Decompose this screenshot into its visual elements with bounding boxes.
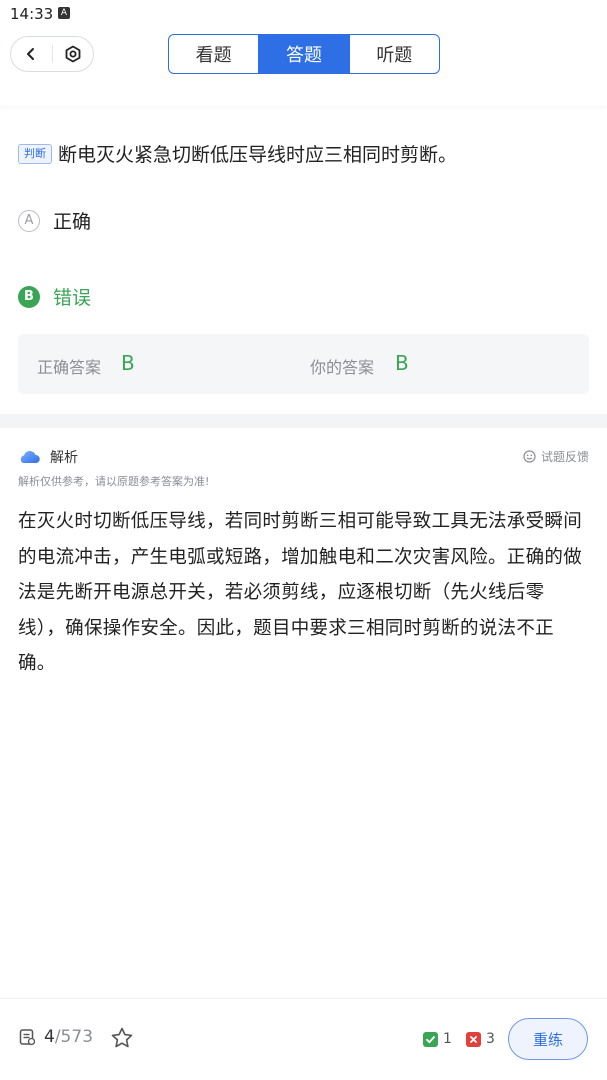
correct-count: 1	[423, 1031, 452, 1047]
back-button[interactable]	[11, 37, 52, 71]
redo-button[interactable]: 重练	[508, 1018, 588, 1060]
correct-answer-value: B	[121, 351, 135, 375]
section-divider	[0, 414, 607, 428]
progress-total: /573	[54, 1027, 94, 1047]
cloud-icon	[20, 450, 40, 463]
option-a-text: 正确	[53, 211, 92, 233]
question-type-badge: 判断	[18, 143, 52, 164]
answer-summary: 正确答案 B 你的答案 B	[18, 334, 589, 394]
option-a[interactable]: A 正确	[18, 207, 91, 234]
settings-button[interactable]	[52, 37, 93, 71]
progress-current: 4	[44, 1027, 55, 1047]
tab-view[interactable]: 看题	[169, 35, 258, 73]
check-icon	[423, 1031, 438, 1047]
correct-answer-label: 正确答案	[37, 358, 102, 377]
feedback-button[interactable]: 试题反馈	[523, 448, 589, 465]
exam-icon	[19, 1029, 36, 1046]
option-b-text: 错误	[53, 287, 92, 309]
settings-icon	[65, 45, 81, 63]
mode-tabs: 看题 答题 听题	[168, 34, 440, 74]
star-icon[interactable]	[110, 1026, 134, 1050]
your-answer-label: 你的答案	[310, 358, 375, 377]
header: 看题 答题 听题	[0, 28, 607, 106]
tab-listen[interactable]: 听题	[348, 35, 439, 73]
question-text: 断电灭火紧急切断低压导线时应三相同时剪断。	[58, 144, 458, 166]
cross-icon	[466, 1031, 481, 1047]
status-bar: 14:33 A	[0, 0, 607, 28]
bottom-bar: 4/573 1 3 重练	[0, 998, 607, 1080]
correct-count-value: 1	[443, 1031, 452, 1047]
status-time: 14:33	[10, 5, 54, 23]
feedback-label: 试题反馈	[540, 450, 589, 464]
question: 判断 断电灭火紧急切断低压导线时应三相同时剪断。	[18, 140, 593, 167]
status-indicator: A	[58, 7, 70, 19]
analysis-title: 解析	[50, 450, 78, 466]
option-b-letter: B	[18, 285, 40, 308]
analysis-disclaimer: 解析仅供参考，请以原题参考答案为准!	[18, 475, 210, 488]
analysis-header: 解析 试题反馈	[18, 446, 589, 468]
question-progress[interactable]: 4/573	[18, 1027, 93, 1047]
wrong-count-value: 3	[486, 1031, 495, 1047]
nav-pill	[10, 36, 94, 72]
analysis-body: 在灭火时切断低压导线，若同时剪断三相可能导致工具无法承受瞬间的电流冲击，产生电弧…	[18, 511, 583, 674]
option-a-letter: A	[18, 209, 40, 232]
wrong-count: 3	[466, 1031, 495, 1047]
back-icon	[27, 48, 35, 60]
tab-answer[interactable]: 答题	[258, 35, 349, 73]
feedback-icon	[523, 450, 536, 463]
your-answer-value: B	[395, 351, 409, 375]
progress-text: 4/573	[44, 1027, 93, 1047]
option-b[interactable]: B 错误	[18, 283, 91, 310]
